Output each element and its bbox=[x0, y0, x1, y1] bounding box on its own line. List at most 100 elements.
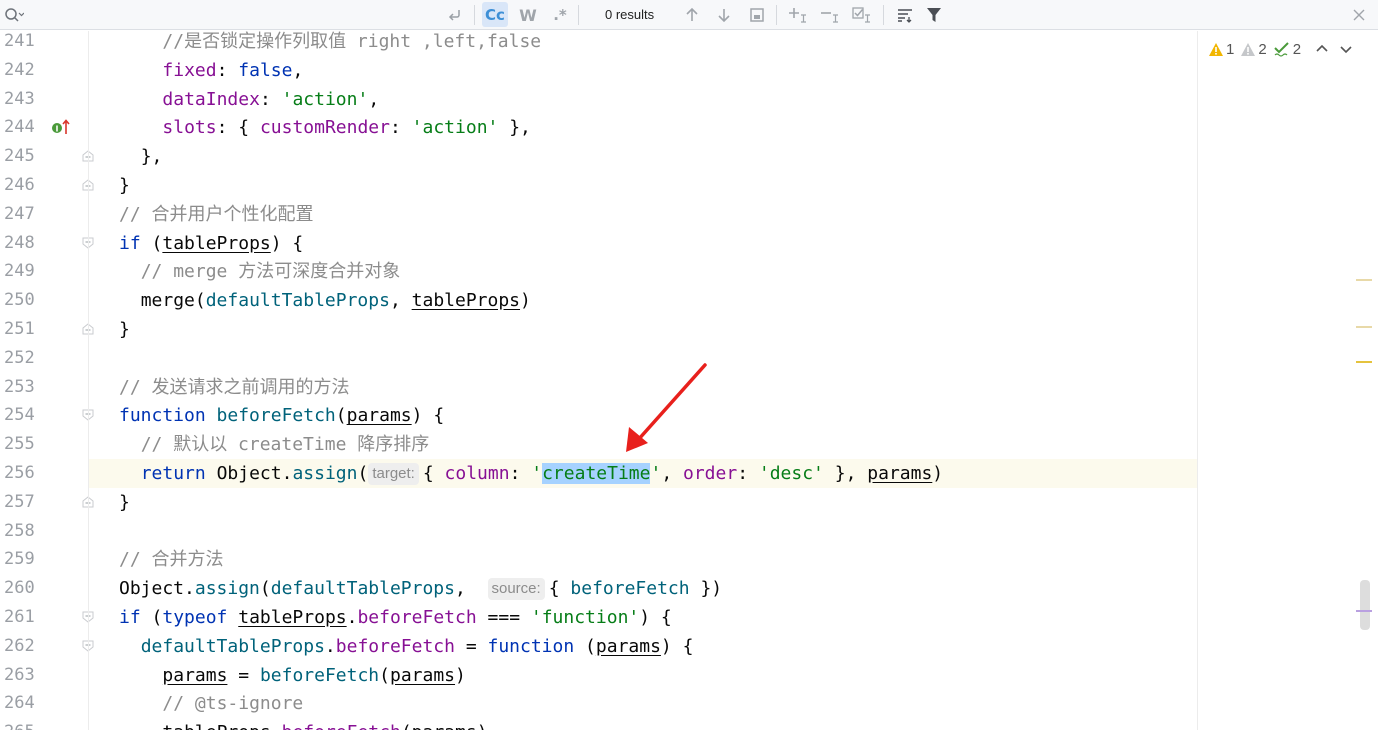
code-line[interactable]: }, bbox=[89, 142, 1197, 171]
code-line[interactable]: tableProps.beforeFetch(params) bbox=[89, 718, 1197, 730]
add-occurrence-icon[interactable] bbox=[786, 0, 810, 30]
filter-results-icon[interactable] bbox=[893, 0, 917, 30]
line-number[interactable]: 246 bbox=[4, 171, 40, 200]
match-case-button[interactable]: Cc bbox=[482, 2, 508, 27]
line-number[interactable]: 256 bbox=[4, 459, 40, 488]
remove-occurrence-icon[interactable] bbox=[818, 0, 842, 30]
code-token: ' bbox=[531, 463, 543, 484]
scroll-marker[interactable] bbox=[1356, 279, 1372, 281]
code-line[interactable]: function beforeFetch(params) { bbox=[89, 401, 1197, 430]
search-input[interactable] bbox=[28, 4, 438, 26]
typo-check-icon bbox=[1273, 42, 1289, 57]
code-token: slots bbox=[162, 117, 217, 139]
scroll-marker[interactable] bbox=[1356, 610, 1372, 612]
words-button[interactable]: W bbox=[514, 0, 542, 30]
line-number[interactable]: 255 bbox=[4, 430, 40, 459]
code-token: }, bbox=[140, 146, 163, 168]
line-number[interactable]: 248 bbox=[4, 229, 40, 258]
line-number[interactable]: 245 bbox=[4, 142, 40, 171]
line-number[interactable]: 264 bbox=[4, 689, 40, 718]
line-number[interactable]: 250 bbox=[4, 286, 40, 315]
code-line[interactable]: // 合并用户个性化配置 bbox=[89, 200, 1197, 229]
line-number[interactable]: 253 bbox=[4, 373, 40, 402]
line-number[interactable]: 252 bbox=[4, 344, 40, 373]
typos-indicator[interactable]: 2 bbox=[1273, 41, 1301, 58]
implementation-marker-icon[interactable]: I bbox=[51, 118, 71, 136]
code-line[interactable]: params = beforeFetch(params) bbox=[89, 661, 1197, 690]
open-in-window-icon[interactable] bbox=[746, 0, 768, 30]
code-token: // 合并用户个性化配置 bbox=[119, 203, 314, 225]
code-token: // 发送请求之前调用的方法 bbox=[119, 376, 350, 398]
scroll-marker[interactable] bbox=[1356, 326, 1372, 328]
code-line[interactable]: if (typeof tableProps.beforeFetch === 'f… bbox=[89, 603, 1197, 632]
code-token: }) bbox=[689, 578, 723, 600]
filter-icon[interactable] bbox=[922, 0, 946, 30]
line-number[interactable]: 241 bbox=[4, 27, 40, 56]
line-number[interactable]: 254 bbox=[4, 401, 40, 430]
line-number[interactable]: 242 bbox=[4, 56, 40, 85]
code-line[interactable]: } bbox=[89, 315, 1197, 344]
previous-highlighted-error-icon[interactable] bbox=[1313, 41, 1331, 57]
code-token: ) bbox=[477, 722, 488, 730]
new-line-icon[interactable] bbox=[444, 0, 466, 30]
code-line[interactable]: // 合并方法 bbox=[89, 545, 1197, 574]
typos-count: 2 bbox=[1292, 40, 1302, 58]
search-icon[interactable] bbox=[2, 0, 26, 30]
code-line[interactable]: //是否锁定操作列取值 right ,left,false bbox=[89, 31, 1197, 56]
code-line[interactable]: merge(defaultTableProps, tableProps) bbox=[89, 286, 1197, 315]
code-token: 'function' bbox=[530, 607, 640, 628]
regex-button[interactable]: .* bbox=[548, 0, 572, 30]
code-line[interactable]: } bbox=[89, 171, 1197, 200]
line-number[interactable]: 262 bbox=[4, 632, 40, 661]
previous-occurrence-icon[interactable] bbox=[681, 0, 703, 30]
code-line[interactable]: Object.assign(defaultTableProps, source:… bbox=[89, 574, 1197, 603]
code-line[interactable]: dataIndex: 'action', bbox=[89, 85, 1197, 114]
code-line[interactable]: return Object.assign(target:{ column: 'c… bbox=[89, 459, 1197, 488]
next-occurrence-icon[interactable] bbox=[713, 0, 735, 30]
code-editor[interactable]: //是否锁定操作列取值 right ,left,false fixed: fals… bbox=[89, 31, 1197, 730]
line-number[interactable]: 244 bbox=[4, 113, 40, 142]
next-highlighted-error-icon[interactable] bbox=[1337, 41, 1355, 57]
line-number[interactable]: 249 bbox=[4, 257, 40, 286]
close-icon[interactable] bbox=[1348, 0, 1370, 30]
code-line[interactable] bbox=[89, 517, 1197, 546]
warnings-indicator[interactable]: 1 bbox=[1208, 41, 1234, 58]
line-number[interactable]: 258 bbox=[4, 517, 40, 546]
line-number[interactable]: 251 bbox=[4, 315, 40, 344]
code-line[interactable]: if (tableProps) { bbox=[89, 229, 1197, 258]
code-token: customRender bbox=[259, 117, 390, 139]
code-line[interactable]: slots: { customRender: 'action' }, bbox=[89, 113, 1197, 142]
code-line[interactable]: // 发送请求之前调用的方法 bbox=[89, 373, 1197, 402]
line-number[interactable]: 263 bbox=[4, 661, 40, 690]
code-line[interactable] bbox=[89, 344, 1197, 373]
code-token: tableProps bbox=[162, 232, 271, 254]
code-token: beforeFetch bbox=[570, 578, 690, 600]
line-number[interactable]: 247 bbox=[4, 200, 40, 229]
line-number[interactable]: 260 bbox=[4, 574, 40, 603]
code-line[interactable]: // merge 方法可深度合并对象 bbox=[89, 257, 1197, 286]
code-token: . bbox=[184, 578, 195, 600]
line-number[interactable]: 261 bbox=[4, 603, 40, 632]
code-token: merge( bbox=[140, 290, 206, 312]
line-number[interactable]: 257 bbox=[4, 488, 40, 517]
code-token: : bbox=[259, 88, 282, 110]
code-token: , bbox=[292, 59, 304, 81]
code-line[interactable]: // 默认以 createTime 降序排序 bbox=[89, 430, 1197, 459]
line-number[interactable]: 259 bbox=[4, 545, 40, 574]
code-token: , bbox=[389, 290, 412, 312]
scrollbar-thumb[interactable] bbox=[1360, 580, 1370, 630]
code-line[interactable]: } bbox=[89, 488, 1197, 517]
code-token: Object bbox=[216, 463, 282, 484]
code-token: , bbox=[368, 88, 380, 110]
code-line[interactable]: // @ts-ignore bbox=[89, 689, 1197, 718]
weak-warnings-indicator[interactable]: 2 bbox=[1240, 41, 1267, 58]
inspection-widget[interactable]: 1 2 2 bbox=[1208, 37, 1355, 61]
scroll-marker[interactable] bbox=[1356, 361, 1372, 363]
code-token: //是否锁定操作列取值 right ,left,false bbox=[162, 31, 542, 52]
line-number[interactable]: 243 bbox=[4, 85, 40, 114]
select-all-occurrences-icon[interactable] bbox=[850, 0, 874, 30]
code-line[interactable]: fixed: false, bbox=[89, 56, 1197, 85]
code-line[interactable]: defaultTableProps.beforeFetch = function… bbox=[89, 632, 1197, 661]
code-token: assign bbox=[194, 578, 260, 600]
line-number[interactable]: 265 bbox=[4, 718, 40, 730]
